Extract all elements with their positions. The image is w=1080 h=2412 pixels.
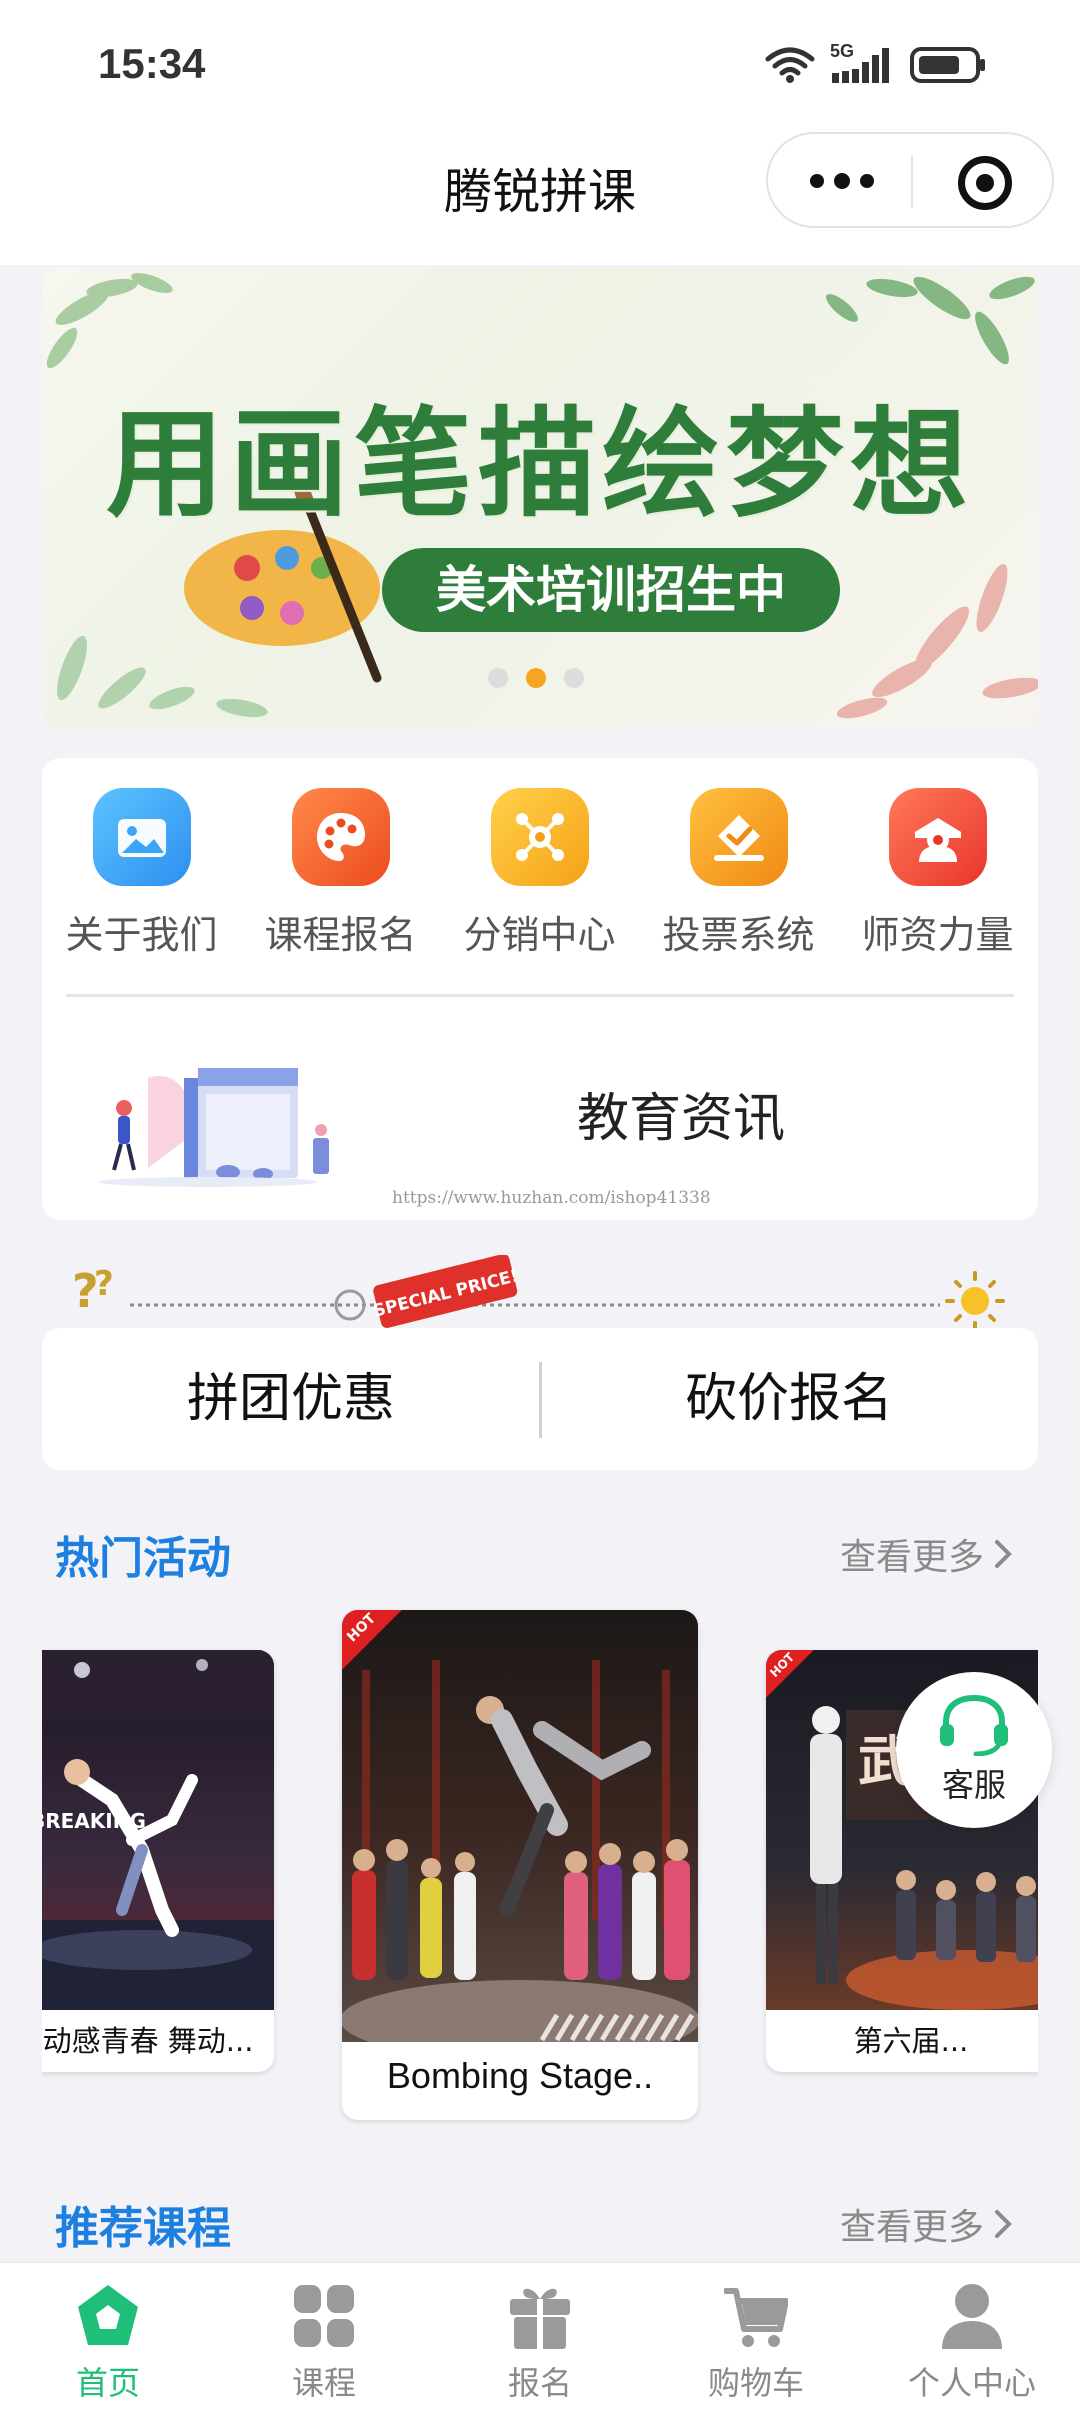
cart-icon bbox=[724, 2288, 788, 2347]
bargain-button[interactable]: 砍价报名 bbox=[540, 1328, 1038, 1470]
menu-card: 关于我们 课程报名 分销中心 投票系统 师资力量 教育资讯 https://ww… bbox=[42, 758, 1038, 1220]
activity-caption: Bombing Stage.. bbox=[386, 2055, 654, 2096]
palette-icon bbox=[291, 788, 390, 886]
tab-signup[interactable]: 报名 bbox=[432, 2263, 648, 2412]
signal-icon bbox=[832, 48, 889, 83]
vote-icon bbox=[689, 788, 788, 886]
hot-activities-more-link[interactable]: 查看更多 bbox=[840, 1528, 1012, 1580]
close-mini-program-button[interactable] bbox=[958, 156, 1012, 210]
activity-caption: 第六届... bbox=[853, 2024, 969, 2058]
status-icons: 5G bbox=[764, 41, 988, 88]
more-options-button[interactable] bbox=[810, 173, 874, 189]
hot-badge: HOT bbox=[342, 1610, 402, 1670]
menu-item-distribution[interactable]: 分销中心 bbox=[440, 788, 639, 958]
cellular-signal: 5G bbox=[830, 41, 896, 85]
news-section-link[interactable]: 教育资讯 bbox=[577, 1076, 785, 1151]
bottom-tab-bar: 首页 课程 报名 购物车 个人中心 bbox=[0, 2262, 1080, 2412]
menu-item-course-signup[interactable]: 课程报名 bbox=[241, 788, 440, 958]
grid-icon bbox=[294, 2285, 354, 2347]
banner-carousel[interactable]: 用画笔描绘梦想 美术培训招生中 bbox=[42, 268, 1038, 728]
tab-label: 购物车 bbox=[707, 2364, 804, 2402]
customer-service-label: 客服 bbox=[941, 1766, 1006, 1804]
distribution-icon bbox=[490, 788, 589, 886]
more-label: 查看更多 bbox=[839, 1537, 984, 1578]
activity-photo-text: BREAKING bbox=[42, 1809, 146, 1833]
hot-activities-title: 热门活动 bbox=[55, 1533, 231, 1584]
tab-label: 个人中心 bbox=[907, 2364, 1036, 2402]
carousel-indicator bbox=[488, 668, 584, 688]
gallery-icon bbox=[92, 788, 191, 886]
capsule-divider bbox=[911, 156, 913, 208]
carousel-dot bbox=[488, 668, 508, 688]
menu-label: 师资力量 bbox=[861, 913, 1014, 957]
more-label: 查看更多 bbox=[839, 2207, 984, 2248]
chevron-right-icon bbox=[995, 1540, 1012, 1568]
banner-tagline: 美术培训招生中 bbox=[382, 548, 840, 632]
tab-profile[interactable]: 个人中心 bbox=[864, 2263, 1080, 2412]
more-dot bbox=[834, 173, 850, 189]
tab-courses[interactable]: 课程 bbox=[216, 2263, 432, 2412]
menu-item-about-us[interactable]: 关于我们 bbox=[42, 788, 241, 958]
activity-card-featured[interactable]: HOT Bombing Stage.. bbox=[342, 1610, 698, 2120]
group-buy-button[interactable]: 拼团优惠 bbox=[42, 1328, 540, 1470]
status-time: 15:34 bbox=[98, 40, 206, 87]
menu-label: 分销中心 bbox=[463, 913, 616, 957]
menu-item-voting[interactable]: 投票系统 bbox=[639, 788, 838, 958]
promo-decoration: ? ? SPECIAL PRICE! bbox=[72, 1255, 1005, 1331]
tab-label: 报名 bbox=[507, 2364, 572, 2402]
carousel-dot-active bbox=[526, 668, 546, 688]
hot-badge: HOT bbox=[766, 1650, 814, 1698]
tab-label: 课程 bbox=[291, 2364, 356, 2402]
headset-icon bbox=[940, 1694, 1008, 1756]
svg-text:?: ? bbox=[94, 1264, 114, 1304]
tab-cart[interactable]: 购物车 bbox=[648, 2263, 864, 2412]
wifi-icon bbox=[765, 47, 815, 83]
customer-service-button[interactable]: 客服 bbox=[896, 1672, 1052, 1828]
promo-card: 拼团优惠 砍价报名 bbox=[42, 1328, 1038, 1470]
activity-caption: 动感青春 舞动... bbox=[42, 2024, 254, 2058]
recommended-more-link[interactable]: 查看更多 bbox=[840, 2198, 1012, 2250]
activity-photo: BREAKING bbox=[42, 1650, 274, 2010]
chevron-right-icon bbox=[995, 2210, 1012, 2238]
more-dot bbox=[860, 174, 874, 188]
menu-item-teachers[interactable]: 师资力量 bbox=[838, 788, 1037, 958]
home-icon bbox=[78, 2285, 138, 2345]
mini-program-capsule bbox=[766, 132, 1054, 228]
banner-headline: 用画笔描绘梦想 bbox=[105, 394, 974, 533]
menu-label: 关于我们 bbox=[65, 913, 218, 957]
status-bar: 15:34 5G bbox=[0, 0, 1080, 130]
news-illustration bbox=[98, 1068, 329, 1187]
nav-header: 腾锐拼课 bbox=[0, 130, 1080, 265]
menu-label: 课程报名 bbox=[264, 913, 417, 957]
menu-divider bbox=[66, 994, 1014, 997]
menu-grid: 关于我们 课程报名 分销中心 投票系统 师资力量 bbox=[42, 788, 1038, 958]
tab-label: 首页 bbox=[75, 2364, 140, 2402]
activity-card[interactable]: BREAKING 动感青春 舞动... bbox=[42, 1650, 274, 2072]
tab-home[interactable]: 首页 bbox=[0, 2263, 216, 2412]
more-dot bbox=[810, 174, 824, 188]
teacher-icon bbox=[888, 788, 987, 886]
activity-photo bbox=[342, 1610, 698, 2042]
recommended-courses-title: 推荐课程 bbox=[55, 2203, 231, 2254]
user-icon bbox=[942, 2284, 1002, 2349]
watermark: https://www.huzhan.com/ishop41338 bbox=[392, 1188, 711, 1208]
gift-icon bbox=[510, 2288, 570, 2349]
menu-label: 投票系统 bbox=[662, 913, 815, 957]
carousel-dot bbox=[564, 668, 584, 688]
battery-icon bbox=[910, 47, 985, 83]
activity-carousel[interactable]: BREAKING 动感青春 舞动... HOT Bombing Stage.. … bbox=[42, 1605, 1038, 2125]
